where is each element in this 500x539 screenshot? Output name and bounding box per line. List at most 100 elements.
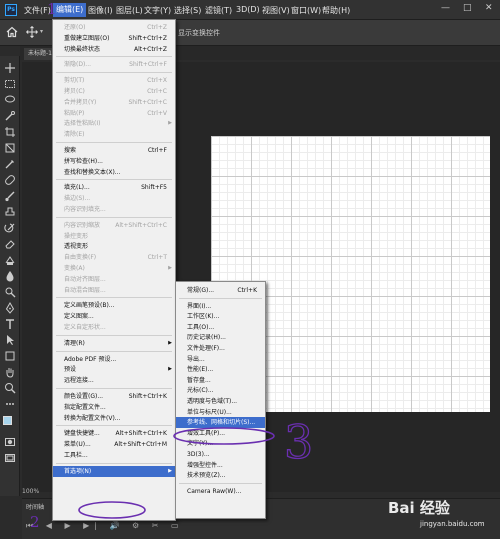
prefs_menu-menu-item[interactable]: 性能(E)... [176, 364, 265, 375]
edit_menu-menu-item[interactable]: 查找和替换文本(X)... [53, 167, 175, 178]
show-transform-checkbox[interactable]: 显示变换控件 [169, 28, 220, 38]
edit_menu-menu-item[interactable]: 切换最终状态 Alt+Ctrl+Z [53, 44, 175, 55]
prefs_menu-menu-item[interactable]: 工具(O)... [176, 322, 265, 333]
edit_menu-menu-item[interactable]: 内容识别填充... [53, 204, 175, 215]
prefs_menu-menu-item[interactable]: 历史记录(H)... [176, 332, 265, 343]
prefs_menu-menu-item[interactable]: 常规(G)... Ctrl+K [176, 285, 265, 296]
edit_menu-menu-item[interactable]: 操控变形 [53, 231, 175, 242]
edit_menu-menu-item[interactable]: 拼写检查(H)... [53, 156, 175, 167]
quick-select-tool-icon[interactable] [4, 110, 16, 122]
frame-tool-icon[interactable] [4, 142, 16, 154]
edit_menu-menu-item[interactable]: 指定配置文件... [53, 402, 175, 413]
menu-file[interactable]: 文件(F) [24, 5, 51, 16]
edit_menu-menu-item[interactable]: 还原(O) Ctrl+Z [53, 22, 175, 33]
maximize-button[interactable]: □ [463, 3, 472, 13]
prefs_menu-menu-item[interactable]: 单位与标尺(U)... [176, 407, 265, 418]
move-tool-icon[interactable] [26, 26, 38, 38]
prefs_menu-menu-item[interactable]: 3D(3)... [176, 449, 265, 460]
menu-3d[interactable]: 3D(D) [236, 5, 260, 14]
eraser-tool-icon[interactable] [4, 238, 16, 250]
edit_menu-menu-item[interactable]: 描边(S)... [53, 193, 175, 204]
edit_menu-menu-item[interactable]: 转换为配置文件(V)... [53, 413, 175, 424]
eyedropper-tool-icon[interactable] [4, 158, 16, 170]
prefs_menu-menu-item[interactable]: 技术预览(Z)... [176, 470, 265, 481]
edit_menu-menu-item[interactable]: 自由变换(F) Ctrl+T [53, 252, 175, 263]
type-tool-icon[interactable] [4, 318, 16, 330]
prefs_menu-menu-item[interactable]: 界面(I)... [176, 301, 265, 312]
edit_menu-menu-item[interactable]: 首选项(N) ▶ [53, 465, 175, 477]
prefs_menu-menu-item[interactable]: 增强型控件... [176, 460, 265, 471]
prefs_menu-menu-item[interactable]: 参考线、网格和切片(S)... [176, 417, 265, 429]
edit_menu-menu-item[interactable]: 渐隐(D)... Shift+Ctrl+F [53, 59, 175, 70]
edit_menu-menu-item[interactable]: 自动混合图层... [53, 285, 175, 296]
menu-type[interactable]: 文字(Y) [144, 5, 171, 16]
edit_menu-menu-item[interactable]: 粘贴(P) Ctrl+V [53, 108, 175, 119]
prefs_menu-menu-item[interactable]: 增效工具(P)... [176, 428, 265, 439]
edit_menu-menu-item[interactable]: 自动对齐图层... [53, 274, 175, 285]
blur-tool-icon[interactable] [4, 270, 16, 282]
edit_menu-menu-item[interactable]: 颜色设置(G)... Shift+Ctrl+K [53, 391, 175, 402]
crop-tool-icon[interactable] [4, 126, 16, 138]
prefs_menu-menu-item[interactable]: 文字(Y)... [176, 438, 265, 449]
more-tools-icon[interactable] [4, 398, 16, 410]
prefs_menu-menu-item[interactable]: Camera Raw(W)... [176, 486, 265, 497]
pen-tool-icon[interactable] [4, 302, 16, 314]
menu-select[interactable]: 选择(S) [174, 5, 201, 16]
options-dropdown-arrow-icon[interactable]: ▾ [40, 28, 43, 35]
shape-tool-icon[interactable] [4, 350, 16, 362]
lasso-tool-icon[interactable] [4, 94, 16, 106]
menu-image[interactable]: 图像(I) [88, 5, 113, 16]
clone-stamp-tool-icon[interactable] [4, 206, 16, 218]
edit_menu-menu-item[interactable]: 远程连接... [53, 375, 175, 386]
edit_menu-menu-item[interactable]: 清除(E) [53, 129, 175, 140]
prefs_menu-menu-item[interactable]: 暂存盘... [176, 375, 265, 386]
edit_menu-menu-item[interactable]: 内容识别缩放 Alt+Shift+Ctrl+C [53, 220, 175, 231]
menu-layer[interactable]: 图层(L) [116, 5, 143, 16]
edit_menu-menu-item[interactable]: 搜索 Ctrl+F [53, 145, 175, 156]
edit_menu-menu-item[interactable]: 工具栏... [53, 450, 175, 461]
edit_menu-menu-item[interactable]: 填充(L)... Shift+F5 [53, 182, 175, 193]
brush-tool-icon[interactable] [4, 190, 16, 202]
menu-help[interactable]: 帮助(H) [322, 5, 350, 16]
menu-edit[interactable]: 编辑(E) [53, 3, 87, 17]
history-brush-tool-icon[interactable] [4, 222, 16, 234]
edit_menu-menu-item[interactable]: 选择性粘贴(I) ▶ [53, 118, 175, 129]
marquee-tool-icon[interactable] [4, 78, 16, 90]
edit_menu-menu-item[interactable]: 菜单(U)... Alt+Shift+Ctrl+M [53, 439, 175, 450]
edit_menu-menu-item[interactable]: 拷贝(C) Ctrl+C [53, 86, 175, 97]
minimize-button[interactable]: — [441, 3, 450, 13]
edit_menu-menu-item[interactable]: 变换(A) ▶ [53, 263, 175, 274]
zoom-tool-icon[interactable] [4, 382, 16, 394]
edit_menu-menu-item[interactable]: 定义自定形状... [53, 322, 175, 333]
timeline-tab[interactable]: 时间轴 [26, 502, 44, 511]
quick-mask-icon[interactable] [4, 436, 16, 448]
prefs_menu-menu-item[interactable]: 工作区(K)... [176, 311, 265, 322]
edit_menu-menu-item[interactable]: 清理(R) ▶ [53, 338, 175, 349]
path-selection-tool-icon[interactable] [4, 334, 16, 346]
edit_menu-menu-item[interactable]: 定义画笔预设(B)... [53, 300, 175, 311]
edit_menu-menu-item[interactable]: Adobe PDF 预设... [53, 354, 175, 365]
move-tool-icon[interactable] [4, 62, 16, 74]
menu-window[interactable]: 窗口(W) [291, 5, 321, 16]
prefs_menu-menu-item[interactable]: 导出... [176, 354, 265, 365]
prefs_menu-menu-item[interactable]: 透明度与色域(T)... [176, 396, 265, 407]
edit_menu-menu-item[interactable]: 定义图案... [53, 311, 175, 322]
edit_menu-menu-item[interactable]: 合并拷贝(Y) Shift+Ctrl+C [53, 97, 175, 108]
foreground-color-swatch[interactable] [3, 416, 12, 425]
timeline-controls[interactable]: ⏮ ◀ ▶ ▶| 🔊 ⚙ ✂ ▭ [26, 521, 184, 531]
edit_menu-menu-item[interactable]: 剪切(T) Ctrl+X [53, 75, 175, 86]
edit_menu-menu-item[interactable]: 重做建立图层(O) Shift+Ctrl+Z [53, 33, 175, 44]
edit_menu-menu-item[interactable]: 预设 ▶ [53, 364, 175, 375]
edit_menu-menu-item[interactable]: 键盘快捷键... Alt+Shift+Ctrl+K [53, 428, 175, 439]
home-icon[interactable] [6, 26, 18, 38]
screen-mode-icon[interactable] [4, 452, 16, 464]
menu-filter[interactable]: 滤镜(T) [205, 5, 232, 16]
hand-tool-icon[interactable] [4, 366, 16, 378]
edit_menu-menu-item[interactable]: 透视变形 [53, 241, 175, 252]
prefs_menu-menu-item[interactable]: 文件处理(F)... [176, 343, 265, 354]
healing-brush-tool-icon[interactable] [4, 174, 16, 186]
dodge-tool-icon[interactable] [4, 286, 16, 298]
menu-view[interactable]: 视图(V) [262, 5, 290, 16]
close-button[interactable]: ✕ [485, 3, 493, 13]
gradient-tool-icon[interactable] [4, 254, 16, 266]
